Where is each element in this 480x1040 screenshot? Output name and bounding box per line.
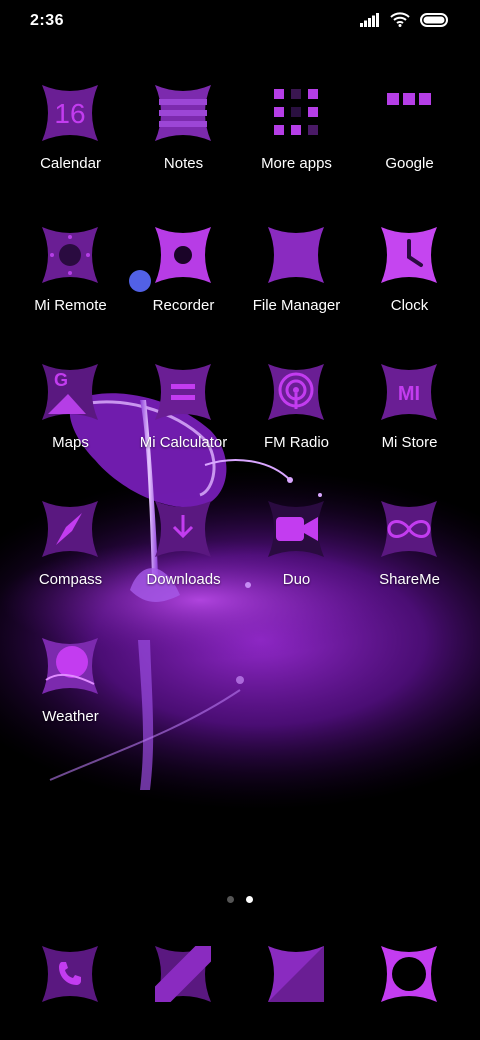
svg-text:16: 16 — [54, 98, 85, 129]
folder-icon — [274, 89, 318, 135]
clock-icon — [381, 227, 437, 283]
app-label: Mi Calculator — [139, 434, 228, 451]
app-mi-calculator[interactable]: Mi Calculator — [127, 364, 240, 484]
app-label: Duo — [282, 571, 311, 588]
svg-text:G: G — [54, 370, 68, 390]
app-duo[interactable]: Duo — [240, 501, 353, 621]
messages-icon[interactable] — [155, 946, 211, 1002]
compass-icon — [42, 501, 98, 557]
file-manager-icon — [268, 227, 324, 283]
video-camera-icon — [268, 501, 324, 557]
downloads-icon — [155, 501, 211, 557]
maps-icon: G — [42, 364, 98, 420]
calendar-icon: 16 — [42, 85, 98, 141]
app-label: Google — [385, 155, 434, 172]
mi-store-icon: MI — [381, 364, 437, 420]
status-time: 2:36 — [30, 12, 65, 29]
google-folder-icon — [387, 93, 431, 105]
app-label: Recorder — [152, 297, 215, 314]
app-recorder[interactable]: Recorder — [127, 227, 240, 347]
app-label: Weather — [42, 708, 99, 725]
phone-icon[interactable] — [42, 946, 98, 1002]
app-label: Mi Remote — [34, 297, 107, 314]
app-fm-radio[interactable]: FM Radio — [240, 364, 353, 484]
app-label: More apps — [261, 155, 332, 172]
wifi-icon — [390, 12, 410, 32]
app-maps[interactable]: G Maps — [14, 364, 127, 484]
app-mi-remote[interactable]: Mi Remote — [14, 227, 127, 347]
app-label: Clock — [390, 297, 429, 314]
app-mi-store[interactable]: MI Mi Store — [353, 364, 466, 484]
recorder-icon — [155, 227, 211, 283]
app-clock[interactable]: Clock — [353, 227, 466, 347]
calculator-icon — [155, 364, 211, 420]
app-file-manager[interactable]: File Manager — [240, 227, 353, 347]
app-label: Compass — [38, 571, 103, 588]
status-bar: 2:36 — [0, 0, 480, 44]
weather-icon — [42, 638, 98, 694]
app-notes[interactable]: Notes — [127, 85, 240, 205]
app-more-apps-folder[interactable]: More apps — [240, 85, 353, 205]
app-label: File Manager — [252, 297, 341, 314]
app-label: Notes — [163, 155, 204, 172]
app-label: ShareMe — [379, 571, 440, 588]
battery-icon — [420, 12, 450, 32]
notes-icon — [155, 85, 211, 141]
app-label: Maps — [52, 434, 89, 451]
app-compass[interactable]: Compass — [14, 501, 127, 621]
app-shareme[interactable]: ShareMe — [353, 501, 466, 621]
page-dot-active[interactable] — [246, 896, 253, 903]
status-icons — [360, 12, 450, 32]
app-google-folder[interactable]: Google — [353, 85, 466, 205]
signal-icon — [360, 12, 380, 32]
dock — [0, 946, 480, 1006]
svg-text:MI: MI — [398, 383, 420, 405]
app-calendar[interactable]: 16 Calendar — [14, 85, 127, 205]
browser-icon[interactable] — [268, 946, 324, 1002]
app-label: Calendar — [40, 155, 101, 172]
app-downloads[interactable]: Downloads — [127, 501, 240, 621]
page-indicator[interactable] — [0, 896, 480, 903]
app-label: FM Radio — [263, 434, 330, 451]
radio-icon — [268, 364, 324, 420]
app-label: Mi Store — [381, 434, 438, 451]
remote-icon — [42, 227, 98, 283]
page-dot[interactable] — [227, 896, 234, 903]
app-weather[interactable]: Weather — [14, 638, 127, 758]
camera-icon[interactable] — [381, 946, 437, 1002]
app-label: Downloads — [146, 571, 221, 588]
infinity-icon — [381, 501, 437, 557]
